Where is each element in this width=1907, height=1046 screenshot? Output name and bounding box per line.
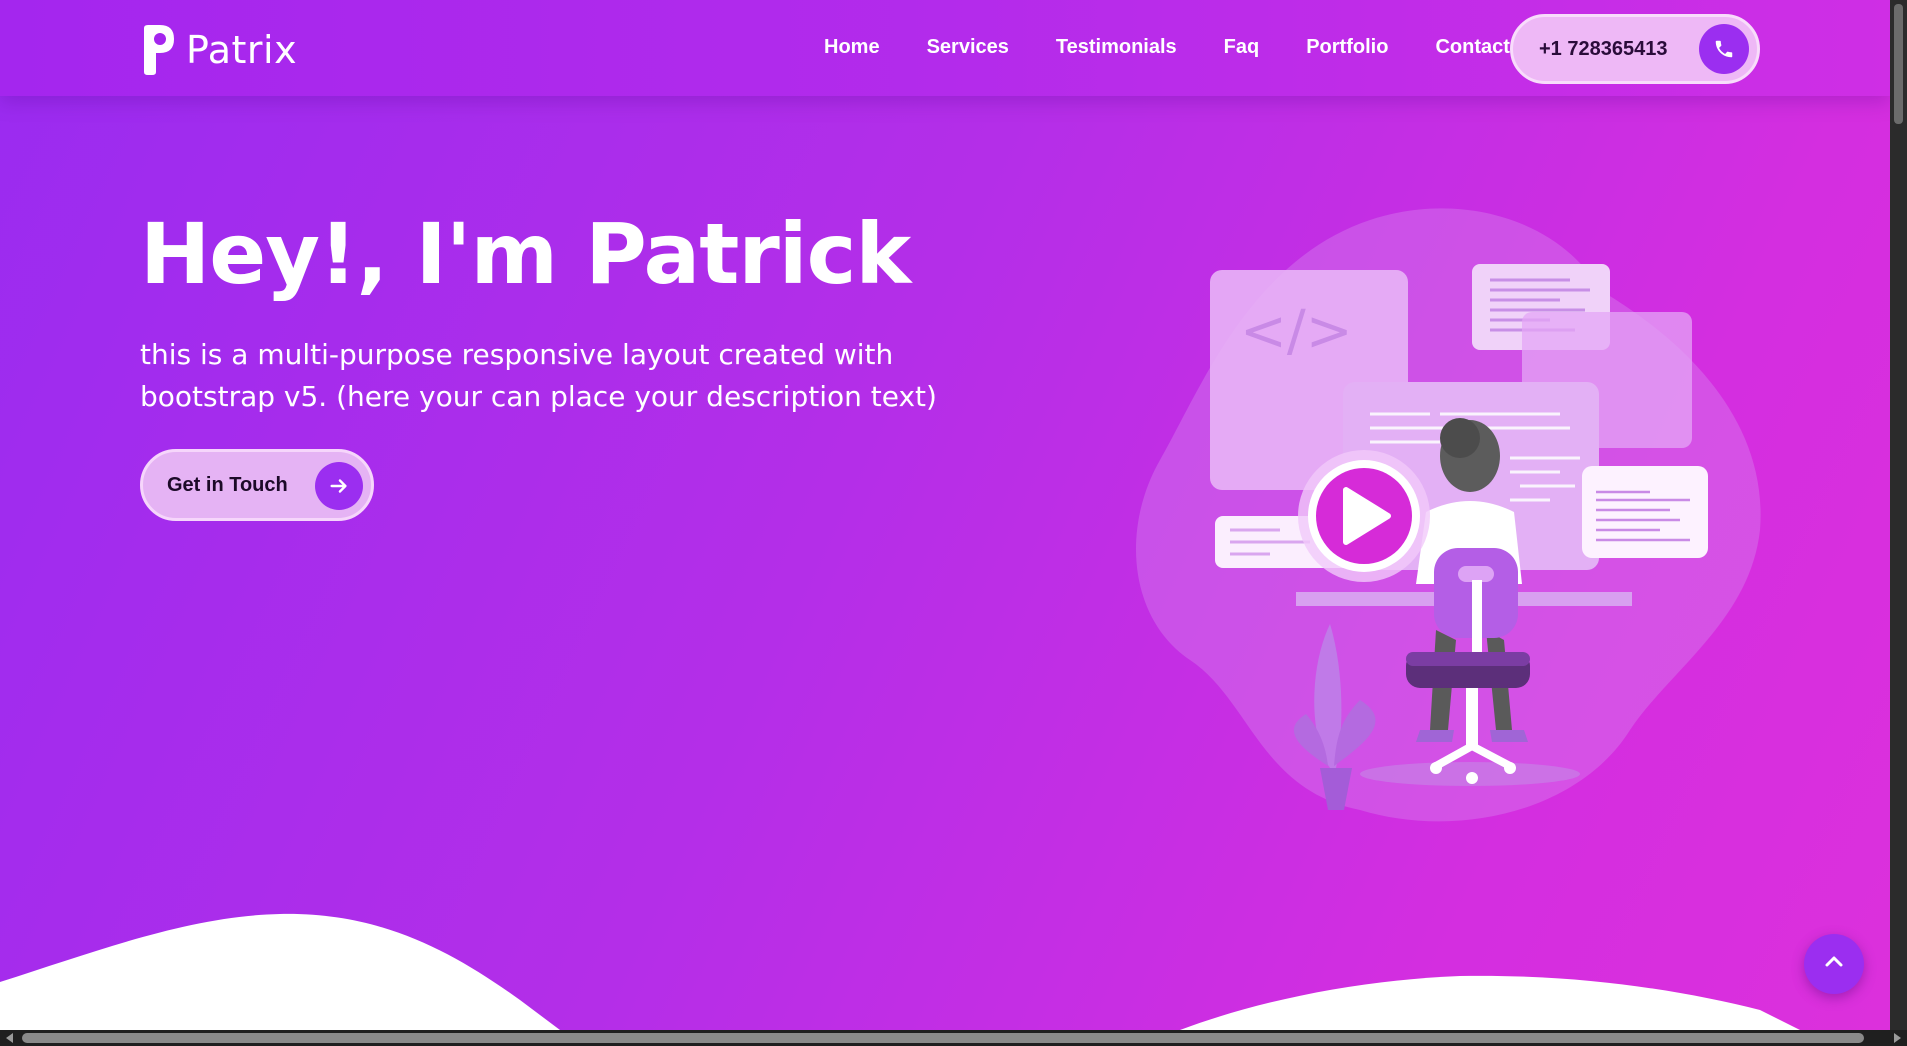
page-viewport: Patrix Home Services Testimonials Faq Po…: [0, 0, 1890, 1030]
arrow-right-icon: [315, 462, 363, 510]
logo-p-icon: [140, 24, 178, 76]
navbar: Patrix Home Services Testimonials Faq Po…: [0, 0, 1890, 96]
nav-home[interactable]: Home: [824, 36, 880, 59]
bottom-wave: [0, 913, 1800, 1030]
brand-logo[interactable]: Patrix: [140, 22, 297, 78]
hero-description: this is a multi-purpose responsive layou…: [140, 338, 937, 413]
main-nav: Home Services Testimonials Faq Portfolio…: [824, 36, 1510, 59]
horizontal-scrollbar[interactable]: [0, 1030, 1907, 1046]
vertical-scroll-thumb[interactable]: [1894, 4, 1903, 124]
get-in-touch-button[interactable]: Get in Touch: [140, 449, 374, 521]
chevron-up-icon: [1822, 950, 1846, 979]
scroll-left-arrow[interactable]: [6, 1033, 13, 1043]
phone-button[interactable]: +1 728365413: [1510, 14, 1760, 84]
nav-faq[interactable]: Faq: [1224, 36, 1260, 59]
nav-testimonials[interactable]: Testimonials: [1056, 36, 1177, 59]
hero-title: Hey!, I'm Patrick: [140, 205, 911, 303]
scroll-right-arrow[interactable]: [1894, 1033, 1901, 1043]
horizontal-scroll-thumb[interactable]: [22, 1033, 1864, 1043]
nav-contact[interactable]: Contact: [1435, 36, 1509, 59]
cta-label: Get in Touch: [167, 473, 288, 496]
brand-name: Patrix: [186, 28, 298, 72]
svg-text:</>: </>: [1240, 299, 1353, 364]
nav-services[interactable]: Services: [927, 36, 1009, 59]
developer-illustration: </>: [1136, 208, 1761, 822]
nav-portfolio[interactable]: Portfolio: [1306, 36, 1388, 59]
scroll-to-top-button[interactable]: [1804, 934, 1864, 994]
vertical-scrollbar[interactable]: [1890, 0, 1907, 1030]
phone-icon: [1699, 24, 1749, 74]
phone-number: +1 728365413: [1539, 37, 1668, 60]
